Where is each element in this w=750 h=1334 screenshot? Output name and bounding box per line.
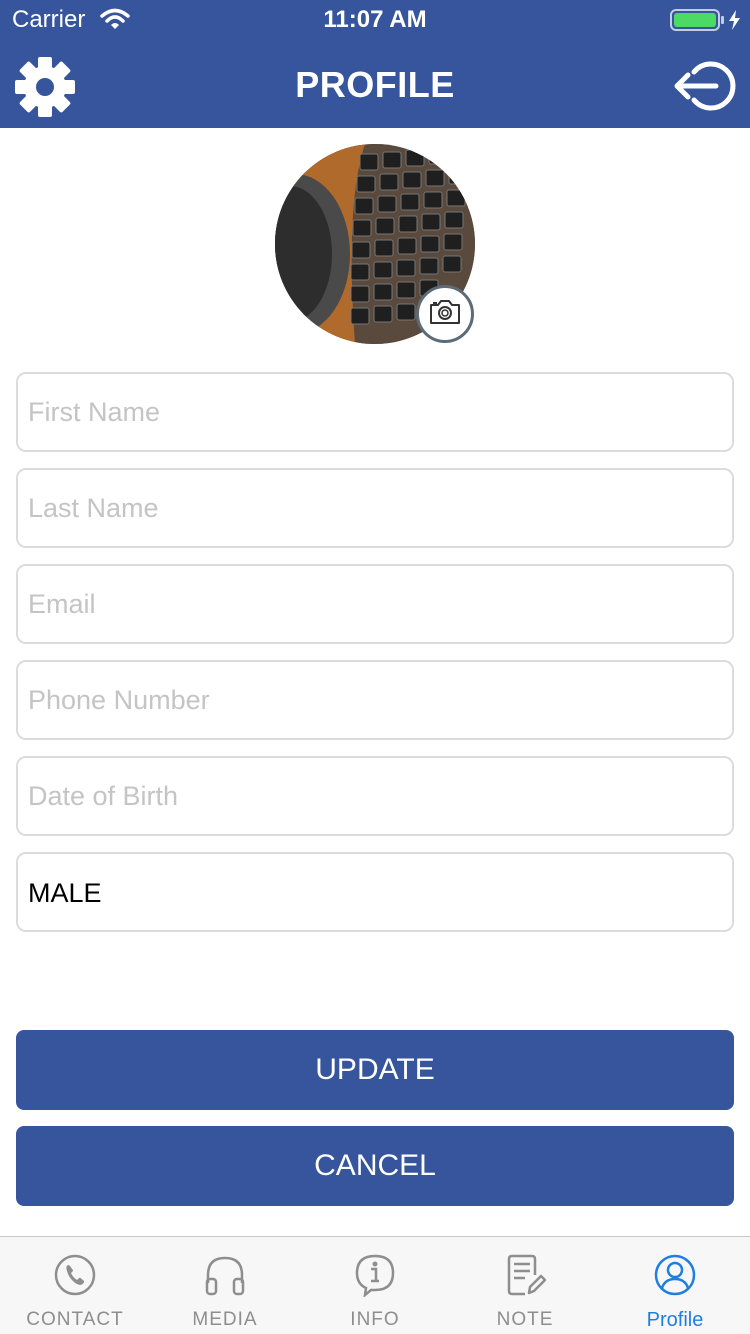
tab-label: CONTACT <box>26 1309 124 1330</box>
phone-icon <box>53 1253 97 1297</box>
gender-field[interactable]: MALE <box>16 852 734 932</box>
cancel-button[interactable]: CANCEL <box>16 1126 734 1206</box>
tab-label: NOTE <box>496 1309 554 1330</box>
gear-icon <box>14 57 76 122</box>
tab-media[interactable]: MEDIA <box>150 1237 300 1334</box>
update-button[interactable]: UPDATE <box>16 1030 734 1110</box>
tab-contact[interactable]: CONTACT <box>0 1237 150 1334</box>
headphones-icon <box>203 1253 247 1297</box>
profile-photo <box>275 144 475 344</box>
tab-info[interactable]: INFO <box>300 1237 450 1334</box>
phone-input[interactable] <box>18 662 732 738</box>
header: PROFILE <box>0 40 750 128</box>
email-input[interactable] <box>18 566 732 642</box>
info-icon <box>353 1253 397 1299</box>
tab-bar: CONTACT MEDIA INFO NOTE Profile <box>0 1236 750 1334</box>
first-name-input[interactable] <box>18 374 732 450</box>
user-icon <box>653 1253 697 1297</box>
camera-icon <box>428 298 462 331</box>
tab-profile[interactable]: Profile <box>600 1237 750 1334</box>
page-title: PROFILE <box>295 64 455 105</box>
battery-icon <box>670 8 742 37</box>
last-name-input[interactable] <box>18 470 732 546</box>
status-time: 11:07 AM <box>323 6 427 33</box>
tab-label: MEDIA <box>192 1309 258 1330</box>
status-bar: Carrier 11:07 AM <box>0 0 750 40</box>
dob-field[interactable] <box>16 756 734 836</box>
tab-label: Profile <box>646 1309 704 1331</box>
email-field[interactable] <box>16 564 734 644</box>
logout-button[interactable] <box>672 60 736 112</box>
tab-label: INFO <box>350 1309 400 1330</box>
tab-note[interactable]: NOTE <box>450 1237 600 1334</box>
phone-field[interactable] <box>16 660 734 740</box>
logout-icon <box>672 61 736 116</box>
change-photo-button[interactable] <box>416 285 474 343</box>
first-name-field[interactable] <box>16 372 734 452</box>
last-name-field[interactable] <box>16 468 734 548</box>
gender-value: MALE <box>28 878 102 908</box>
dob-input[interactable] <box>18 758 732 834</box>
note-icon <box>503 1253 547 1297</box>
